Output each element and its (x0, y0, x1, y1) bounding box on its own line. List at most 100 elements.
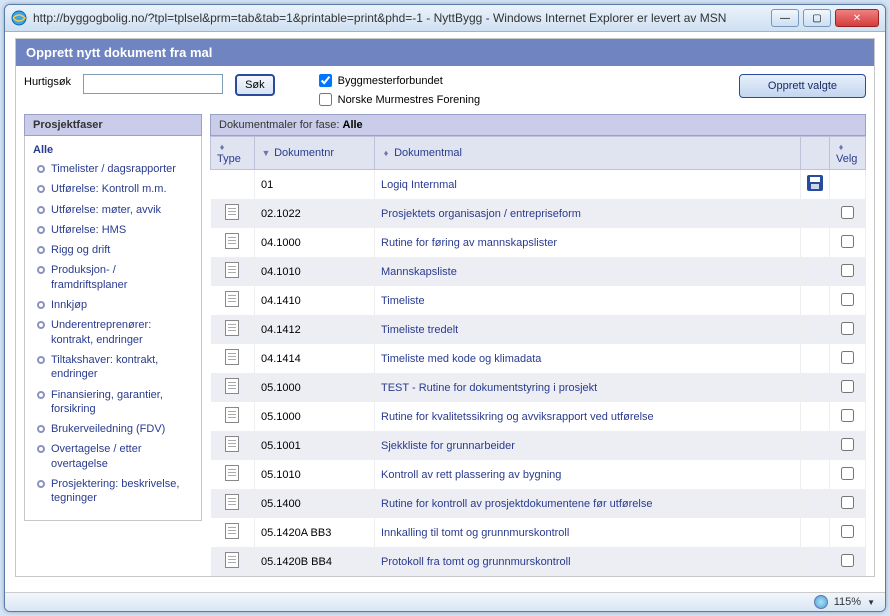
sidebar-item[interactable]: Utførelse: HMS (37, 223, 195, 237)
select-checkbox[interactable] (841, 554, 854, 567)
document-icon (225, 494, 239, 510)
document-link[interactable]: Rutine for kvalitetssikring og avviksrap… (381, 411, 654, 423)
col-velg[interactable]: ♦ Velg (830, 137, 866, 170)
select-checkbox[interactable] (841, 496, 854, 509)
select-checkbox[interactable] (841, 264, 854, 277)
document-icon (225, 436, 239, 452)
sidebar-item[interactable]: Overtagelse / etter overtagelse (37, 442, 195, 471)
document-link[interactable]: Kontroll av rett plassering av bygning (381, 469, 561, 481)
sidebar-item-label: Finansiering, garantier, forsikring (51, 388, 195, 417)
bullet-icon (37, 391, 45, 399)
select-checkbox[interactable] (841, 467, 854, 480)
maximize-button[interactable]: ▢ (803, 9, 831, 27)
sidebar-item[interactable]: Rigg og drift (37, 243, 195, 257)
document-link[interactable]: Rutine for føring av mannskapslister (381, 237, 557, 249)
select-checkbox[interactable] (841, 525, 854, 538)
cell-documentnr: 05.1000 (255, 373, 375, 402)
document-link[interactable]: Sjekkliste for grunnarbeider (381, 440, 515, 452)
bullet-icon (37, 301, 45, 309)
document-icon (225, 349, 239, 365)
select-checkbox[interactable] (841, 322, 854, 335)
select-checkbox[interactable] (841, 351, 854, 364)
bullet-icon (37, 266, 45, 274)
sidebar-item[interactable]: Innkjøp (37, 298, 195, 312)
sidebar-item[interactable]: Finansiering, garantier, forsikring (37, 388, 195, 417)
table-row: 01Logiq Internmal (211, 170, 866, 200)
sidebar-item-label: Underentreprenører: kontrakt, endringer (51, 318, 195, 347)
document-link[interactable]: Timeliste med kode og klimadata (381, 353, 541, 365)
document-icon (225, 233, 239, 249)
col-documentnr[interactable]: ▼ Dokumentnr (255, 137, 375, 170)
select-checkbox[interactable] (841, 206, 854, 219)
create-selected-button[interactable]: Opprett valgte (739, 74, 866, 98)
select-checkbox[interactable] (841, 293, 854, 306)
sidebar-item[interactable]: Utførelse: Kontroll m.m. (37, 182, 195, 196)
filter-murmestre-label: Norske Murmestres Forening (338, 94, 480, 106)
filter-byggmester[interactable]: Byggmesterforbundet (319, 74, 480, 87)
table-panel: Dokumentmaler for fase: Alle ♦ Type ▼ Do… (210, 114, 866, 576)
sidebar-item[interactable]: Tiltakshaver: kontrakt, endringer (37, 353, 195, 382)
document-icon (225, 262, 239, 278)
sort-icon: ♦ (217, 142, 227, 152)
sidebar-item[interactable]: Produksjon- / framdriftsplaner (37, 263, 195, 292)
select-checkbox[interactable] (841, 235, 854, 248)
document-link[interactable]: Protokoll fra tomt og grunnmurskontroll (381, 556, 571, 568)
toolbar: Hurtigsøk Søk Byggmesterforbundet Norske… (16, 74, 874, 114)
filter-byggmester-checkbox[interactable] (319, 74, 332, 87)
select-checkbox[interactable] (841, 380, 854, 393)
sidebar-item[interactable]: Prosjektering: beskrivelse, tegninger (37, 477, 195, 506)
sidebar-item-label: Tiltakshaver: kontrakt, endringer (51, 353, 195, 382)
minimize-button[interactable]: — (771, 9, 799, 27)
document-icon (225, 465, 239, 481)
sidebar-item[interactable]: Underentreprenører: kontrakt, endringer (37, 318, 195, 347)
browser-window: http://byggogbolig.no/?tpl=tplsel&prm=ta… (4, 4, 886, 612)
document-link[interactable]: TEST - Rutine for dokumentstyring i pros… (381, 382, 597, 394)
col-documentmal[interactable]: ♦ Dokumentmal (375, 137, 801, 170)
bullet-icon (37, 165, 45, 173)
select-checkbox[interactable] (841, 438, 854, 451)
filter-murmestre[interactable]: Norske Murmestres Forening (319, 93, 480, 106)
document-link[interactable]: Logiq Internmal (381, 179, 457, 191)
ie-icon (11, 10, 27, 26)
filter-byggmester-label: Byggmesterforbundet (338, 75, 443, 87)
bullet-icon (37, 206, 45, 214)
close-button[interactable]: ✕ (835, 9, 879, 27)
document-link[interactable]: Timeliste (381, 295, 425, 307)
zoom-dropdown-icon[interactable]: ▼ (867, 598, 875, 607)
table-row: 04.1010Mannskapsliste (211, 257, 866, 286)
table-title-value: Alle (343, 119, 363, 131)
table-row: 05.1420B BB4Protokoll fra tomt og grunnm… (211, 547, 866, 576)
table-row: 05.1000 TEST - Rutine for dokumentstyring… (211, 373, 866, 402)
table-title: Dokumentmaler for fase: Alle (210, 114, 866, 136)
filter-murmestre-checkbox[interactable] (319, 93, 332, 106)
sort-icon: ▼ (261, 148, 271, 158)
sidebar-item[interactable]: Utførelse: møter, avvik (37, 203, 195, 217)
sidebar-item[interactable]: Brukerveiledning (FDV) (37, 422, 195, 436)
save-icon[interactable] (807, 175, 823, 191)
sidebar-item-label: Produksjon- / framdriftsplaner (51, 263, 195, 292)
table-title-prefix: Dokumentmaler for fase: (219, 119, 343, 131)
document-link[interactable]: Prosjektets organisasjon / entreprisefor… (381, 208, 581, 220)
content-area: Opprett nytt dokument fra mal Hurtigsøk … (5, 32, 885, 592)
sidebar-item[interactable]: Timelister / dagsrapporter (37, 162, 195, 176)
cell-documentnr: 05.1010 (255, 460, 375, 489)
cell-documentnr: 05.1420A BB3 (255, 518, 375, 547)
document-link[interactable]: Mannskapsliste (381, 266, 457, 278)
table-row: 04.1412 Timeliste tredelt (211, 315, 866, 344)
select-checkbox[interactable] (841, 409, 854, 422)
zoom-world-icon[interactable] (814, 595, 828, 609)
search-button[interactable]: Søk (235, 74, 275, 96)
cell-documentnr: 04.1412 (255, 315, 375, 344)
table-row: 05.1000Rutine for kvalitetssikring og av… (211, 402, 866, 431)
document-link[interactable]: Timeliste tredelt (381, 324, 458, 336)
sidebar-all-link[interactable]: Alle (33, 144, 195, 156)
document-link[interactable]: Rutine for kontroll av prosjektdokumente… (381, 498, 652, 510)
col-type[interactable]: ♦ Type (211, 137, 255, 170)
table-row: 04.1410Timeliste (211, 286, 866, 315)
sidebar-item-label: Utførelse: HMS (51, 223, 126, 237)
table-row: 04.1414Timeliste med kode og klimadata (211, 344, 866, 373)
search-input[interactable] (83, 74, 223, 94)
cell-documentnr: 05.1001 (255, 431, 375, 460)
document-link[interactable]: Innkalling til tomt og grunnmurskontroll (381, 527, 569, 539)
table-row: 05.1010 Kontroll av rett plassering av by… (211, 460, 866, 489)
